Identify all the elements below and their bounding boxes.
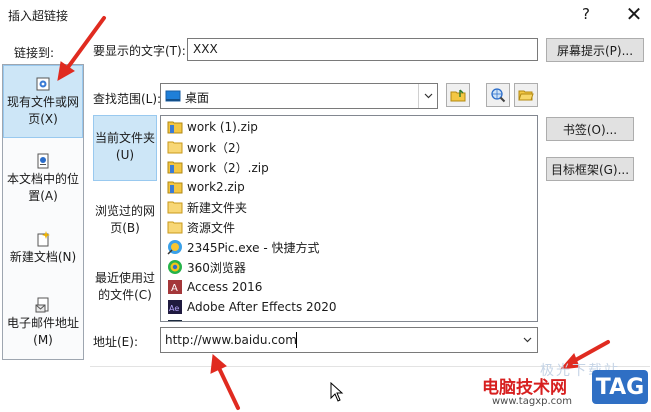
watermark-url: www.tagxp.com: [492, 396, 572, 407]
annotation-arrows: [57, 16, 610, 410]
watermark-tag-logo: TAG: [592, 370, 648, 404]
watermark: 极光下载站 电脑技术网 www.tagxp.com TAG: [470, 363, 651, 412]
annotation-arrow: [210, 354, 240, 410]
annotation-arrow: [57, 16, 106, 81]
watermark-site-name: 电脑技术网: [482, 378, 567, 398]
mouse-cursor-icon: [330, 382, 344, 402]
